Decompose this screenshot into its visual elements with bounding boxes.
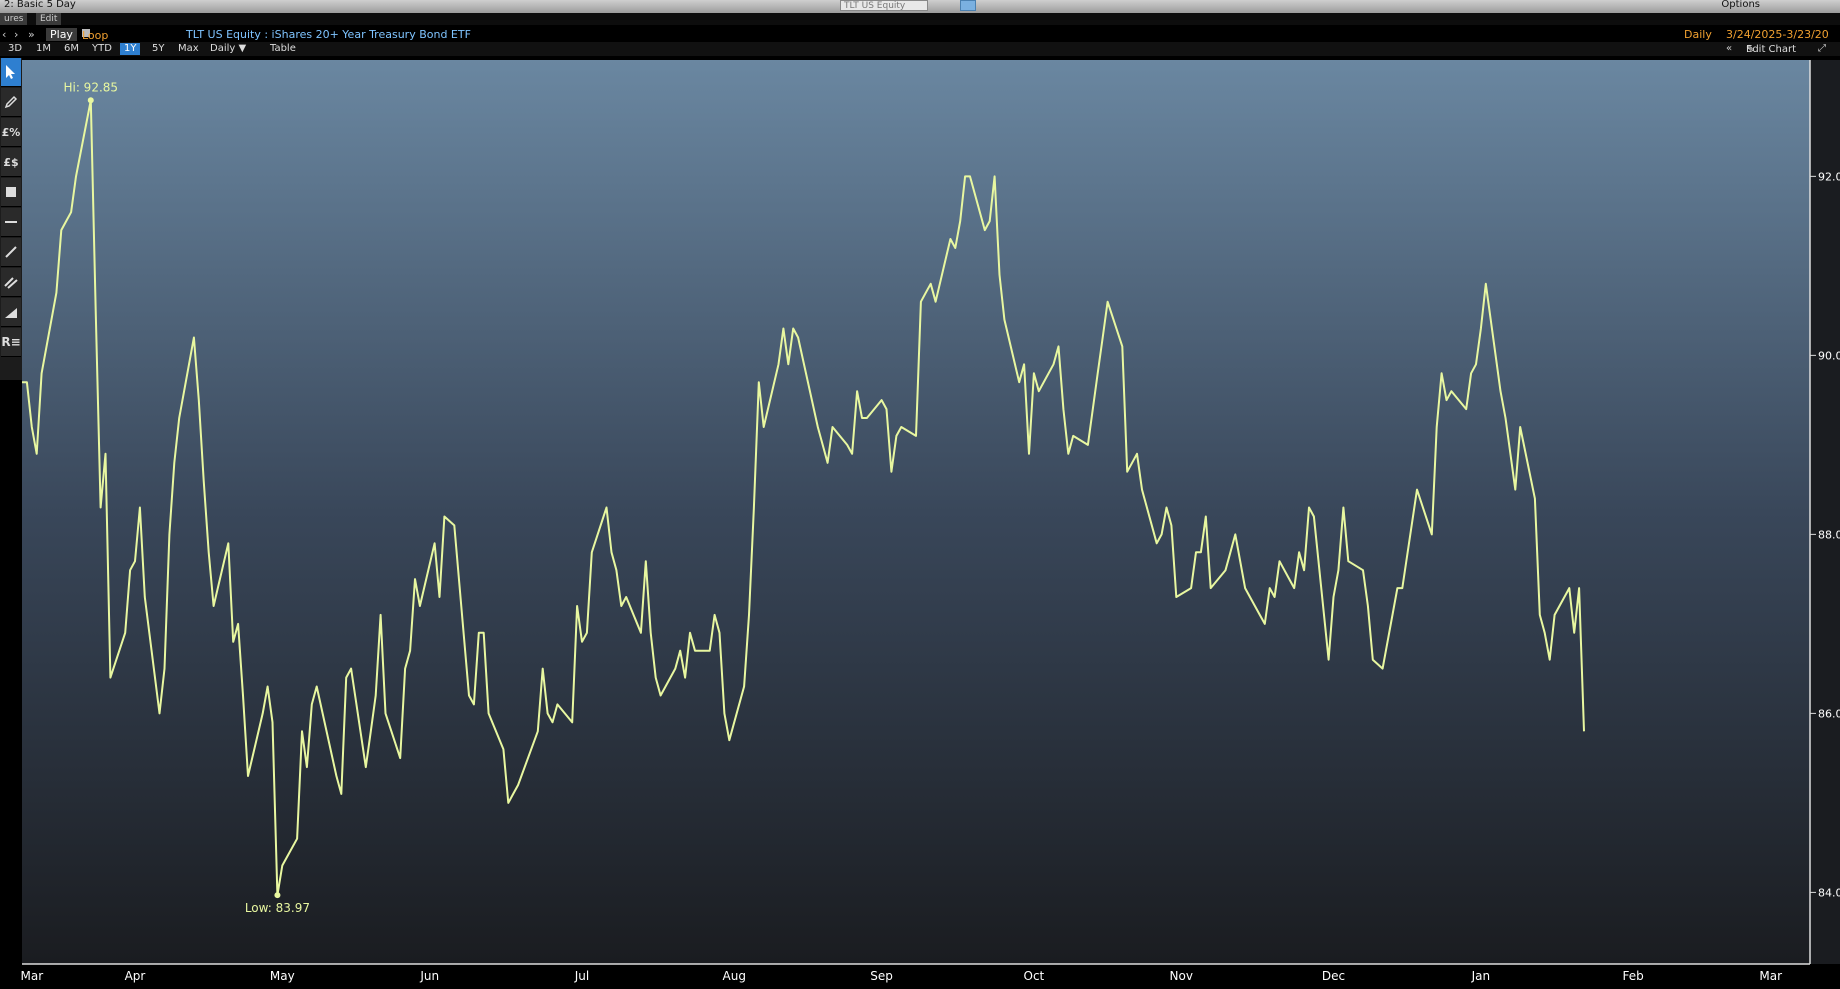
y-tick-label: 86.0 xyxy=(1818,707,1840,720)
period-6m[interactable]: 6M xyxy=(64,43,79,55)
period-bar: 3D 1M 6M YTD 1Y 5Y Max Daily ▼ Table « ✎… xyxy=(0,42,1840,56)
x-tick-label: Jan xyxy=(1471,969,1491,983)
frequency-label[interactable]: Daily xyxy=(1684,28,1712,41)
period-5y[interactable]: 5Y xyxy=(152,43,164,55)
loop-label: Loop xyxy=(82,29,109,42)
x-tick-label: Jul xyxy=(574,969,589,983)
period-1y[interactable]: 1Y xyxy=(120,43,141,55)
x-tick-label: Nov xyxy=(1170,969,1193,983)
period-max[interactable]: Max xyxy=(178,43,199,55)
frequency-dropdown[interactable]: Daily ▼ xyxy=(210,43,246,55)
x-tick-label: Jun xyxy=(419,969,439,983)
annotation-label: Hi: 92.85 xyxy=(63,80,118,94)
y-tick-label: 84.0 xyxy=(1818,886,1840,899)
menu-bar: ures Edit xyxy=(0,13,1840,25)
expand-icon[interactable]: ⤢ xyxy=(1818,43,1826,55)
edit-chart-label: Edit Chart xyxy=(1746,44,1797,55)
x-tick-label: Mar xyxy=(21,969,44,983)
x-tick-label: May xyxy=(270,969,295,983)
annotation-marker xyxy=(274,892,281,899)
bottom-border xyxy=(0,985,1840,989)
title-bar: 2: Basic 5 Day TLT US Equity Options xyxy=(0,0,1840,14)
options-menu[interactable]: Options xyxy=(1721,0,1760,10)
annotation-label: Low: 83.97 xyxy=(245,901,310,915)
period-1m[interactable]: 1M xyxy=(36,43,51,55)
collapse-icon[interactable]: « xyxy=(1726,43,1732,55)
plot-area[interactable] xyxy=(22,60,1810,964)
x-tick-label: Aug xyxy=(723,969,746,983)
control-bar: ‹ › » Play Loop TLT US Equity : iShares … xyxy=(0,27,1840,42)
x-tick-label: Sep xyxy=(870,969,893,983)
go-button[interactable] xyxy=(960,0,976,11)
x-tick-label: Feb xyxy=(1623,969,1644,983)
table-button[interactable]: Table xyxy=(270,43,296,55)
annotation-marker xyxy=(87,97,94,104)
x-tick-label: Apr xyxy=(125,969,146,983)
date-range[interactable]: 3/24/2025-3/23/20 xyxy=(1726,28,1829,41)
price-chart[interactable]: 84.0 86.0 88.0 90.0 92.0 Mar Apr May Jun Jul Aug S… xyxy=(0,56,1840,989)
x-tick-label: Dec xyxy=(1322,969,1345,983)
x-tick-label: Mar xyxy=(1759,969,1782,983)
fast-forward-icon[interactable]: » xyxy=(28,28,35,41)
menu-item-edit[interactable]: Edit xyxy=(36,13,62,25)
period-3d[interactable]: 3D xyxy=(8,43,22,55)
y-axis-panel xyxy=(1810,60,1840,964)
y-tick-label: 92.0 xyxy=(1818,170,1840,183)
security-title: TLT US Equity : iShares 20+ Year Treasur… xyxy=(186,28,471,41)
x-tick-label: Oct xyxy=(1024,969,1045,983)
step-forward-icon[interactable]: › xyxy=(14,28,18,41)
menu-item-features[interactable]: ures xyxy=(0,13,28,25)
window-title: 2: Basic 5 Day xyxy=(4,0,76,10)
step-back-icon[interactable]: ‹ xyxy=(2,28,6,41)
y-tick-label: 90.0 xyxy=(1818,349,1840,362)
period-ytd[interactable]: YTD xyxy=(92,43,112,55)
security-input[interactable]: TLT US Equity xyxy=(840,0,928,11)
play-button[interactable]: Play xyxy=(46,28,77,41)
y-tick-label: 88.0 xyxy=(1818,528,1840,541)
